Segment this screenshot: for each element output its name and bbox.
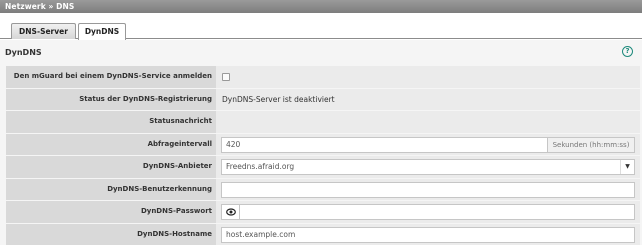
query-interval-input[interactable]: 420 — [221, 136, 548, 153]
dyndns-user-input[interactable] — [221, 181, 635, 198]
row-dyndns-provider: DynDNS-Anbieter Freedns.afraid.org ▼ — [6, 156, 640, 178]
tab-dyndns[interactable]: DynDNS — [78, 23, 126, 40]
settings-table: Den mGuard bei einem DynDNS-Service anme… — [6, 66, 640, 245]
dyndns-provider-value: Freedns.afraid.org — [226, 162, 295, 171]
status-message-value — [216, 111, 640, 133]
status-message-label: Statusnachricht — [6, 111, 216, 133]
row-registration-status: Status der DynDNS-Registrierung DynDNS-S… — [6, 88, 640, 110]
query-interval-unit: Sekunden (hh:mm:ss) — [547, 136, 635, 153]
registration-status-value: DynDNS-Server ist deaktiviert — [216, 88, 640, 110]
register-dyndns-label: Den mGuard bei einem DynDNS-Service anme… — [6, 66, 216, 88]
row-dyndns-user: DynDNS-Benutzerkennung — [6, 178, 640, 200]
section-title: DynDNS — [5, 48, 42, 57]
caret-down-icon[interactable]: ▼ — [620, 160, 634, 174]
row-query-interval: Abfrageintervall 420 Sekunden (hh:mm:ss) — [6, 133, 640, 155]
register-dyndns-checkbox[interactable] — [222, 72, 230, 81]
dyndns-provider-label: DynDNS-Anbieter — [6, 156, 216, 178]
registration-status-label: Status der DynDNS-Registrierung — [6, 88, 216, 110]
tab-bar: DNS-Server DynDNS — [0, 13, 642, 40]
dyndns-user-label: DynDNS-Benutzerkennung — [6, 178, 216, 200]
dyndns-hostname-label: DynDNS-Hostname — [6, 223, 216, 245]
dyndns-hostname-input[interactable]: host.example.com — [221, 226, 635, 243]
row-dyndns-hostname: DynDNS-Hostname host.example.com — [6, 223, 640, 245]
row-register-dyndns: Den mGuard bei einem DynDNS-Service anme… — [6, 66, 640, 88]
dyndns-password-input[interactable] — [239, 204, 635, 220]
dyndns-password-label: DynDNS-Passwort — [6, 201, 216, 223]
tab-dns-server[interactable]: DNS-Server — [11, 23, 76, 39]
dyndns-provider-select[interactable]: Freedns.afraid.org ▼ — [221, 159, 635, 175]
dyndns-panel: DynDNS ? Den mGuard bei einem DynDNS-Ser… — [0, 40, 642, 245]
query-interval-label: Abfrageintervall — [6, 133, 216, 155]
eye-icon[interactable] — [221, 204, 240, 220]
breadcrumb: Netzwerk » DNS — [0, 0, 642, 13]
row-status-message: Statusnachricht — [6, 111, 640, 133]
help-icon[interactable]: ? — [622, 46, 633, 57]
row-dyndns-password: DynDNS-Passwort — [6, 201, 640, 223]
